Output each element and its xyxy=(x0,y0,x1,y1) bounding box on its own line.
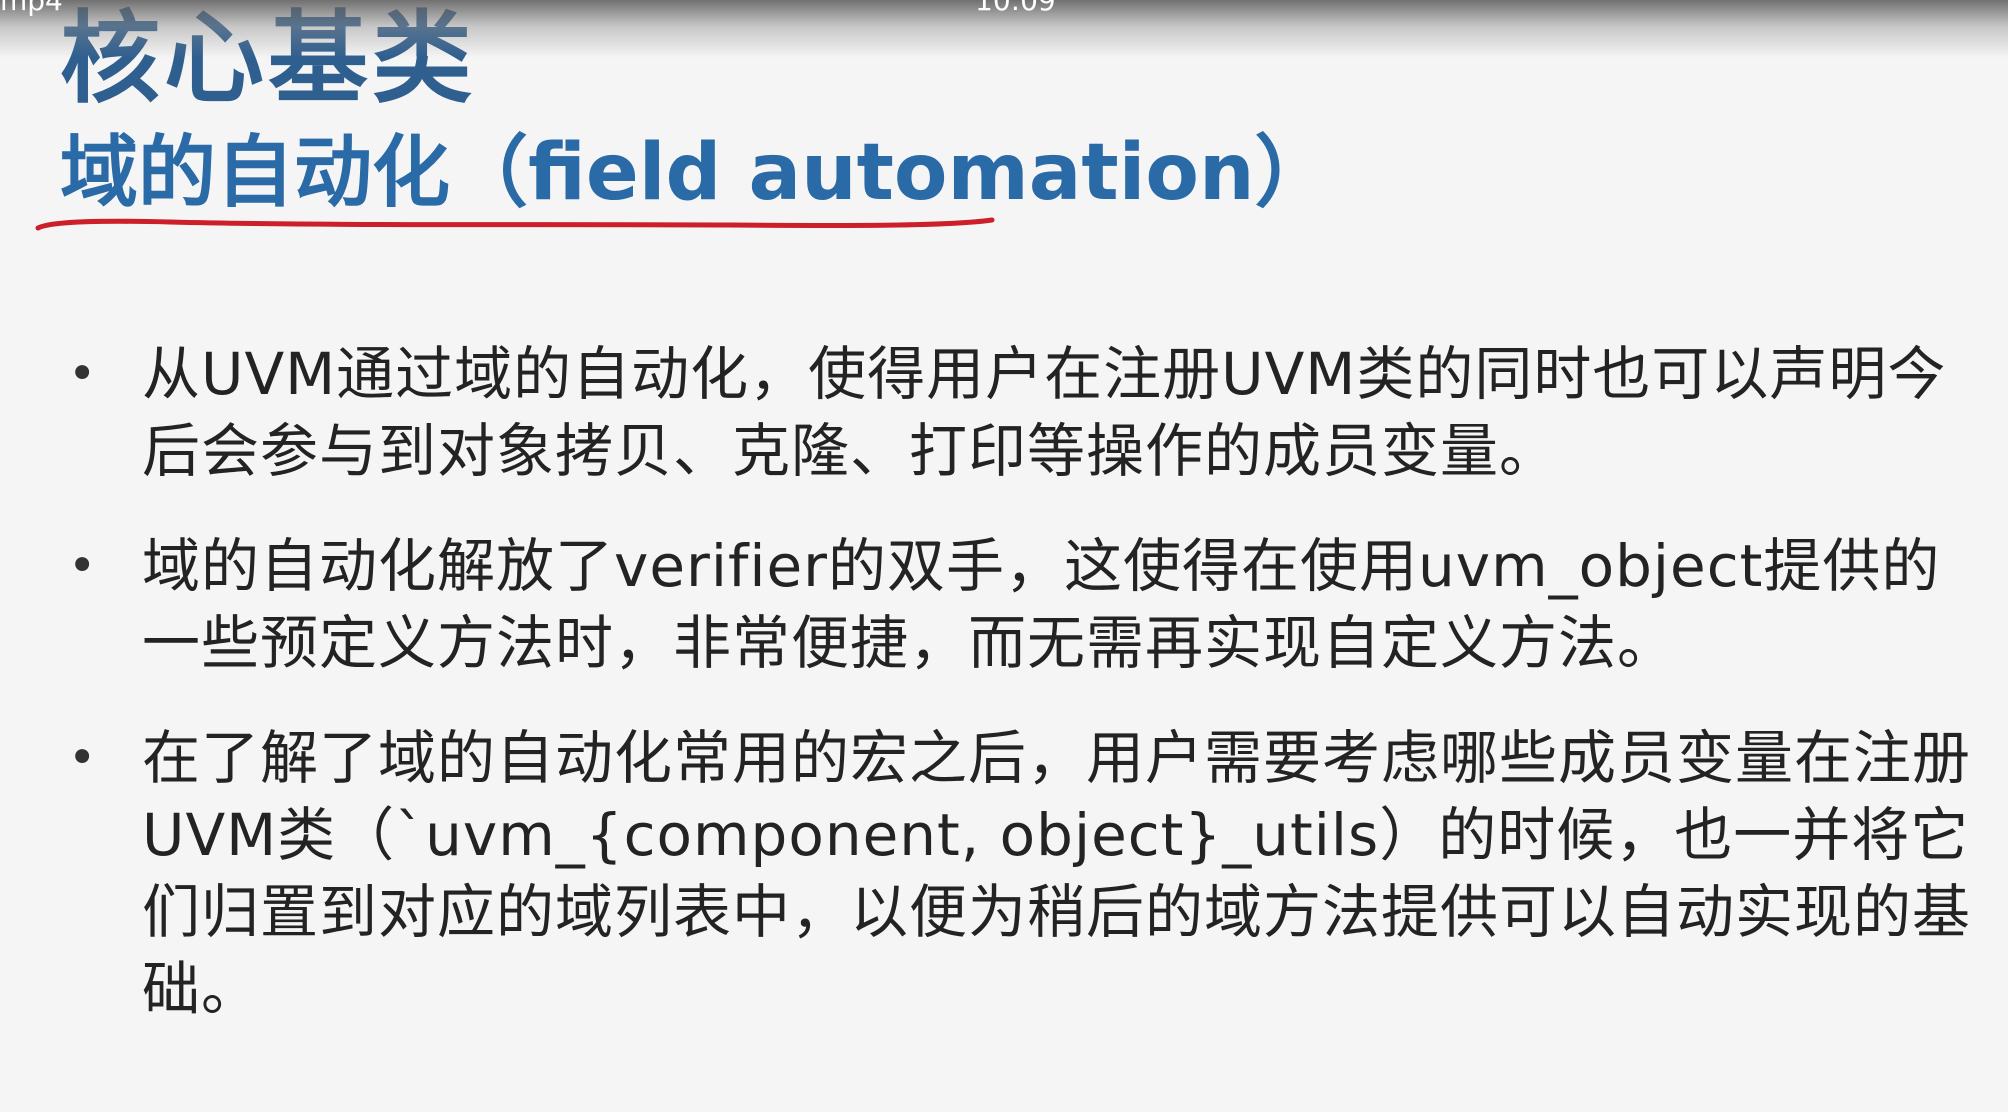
bullet-text: 从UVM通过域的自动化，使得用户在注册UVM类的同时也可以声明今后会参与到对象拷… xyxy=(142,340,1947,485)
slide-subtitle: 域的自动化（field automation） xyxy=(60,128,1333,218)
red-underline-annotation xyxy=(35,217,995,231)
bullet-list: • 从UVM通过域的自动化，使得用户在注册UVM类的同时也可以声明今后会参与到对… xyxy=(50,336,1980,1066)
bullet-text: 域的自动化解放了verifier的双手，这使得在使用uvm_object提供的一… xyxy=(142,532,1941,677)
bullet-dot-icon: • xyxy=(68,346,98,402)
bullet-dot-icon: • xyxy=(68,538,98,594)
bullet-text: 在了解了域的自动化常用的宏之后，用户需要考虑哪些成员变量在注册UVM类（`uvm… xyxy=(142,724,1972,1023)
video-filename: mp4 xyxy=(0,0,63,17)
bullet-item: • 从UVM通过域的自动化，使得用户在注册UVM类的同时也可以声明今后会参与到对… xyxy=(50,336,1980,490)
bullet-item: • 在了解了域的自动化常用的宏之后，用户需要考虑哪些成员变量在注册UVM类（`u… xyxy=(50,720,1980,1028)
video-player-top-bar: mp4 10:09 xyxy=(0,0,2008,58)
bullet-dot-icon: • xyxy=(68,730,98,786)
bullet-item: • 域的自动化解放了verifier的双手，这使得在使用uvm_object提供… xyxy=(50,528,1980,682)
video-clock: 10:09 xyxy=(975,0,1056,17)
presentation-slide: 核心基类 域的自动化（field automation） • 从UVM通过域的自… xyxy=(0,0,2008,1112)
